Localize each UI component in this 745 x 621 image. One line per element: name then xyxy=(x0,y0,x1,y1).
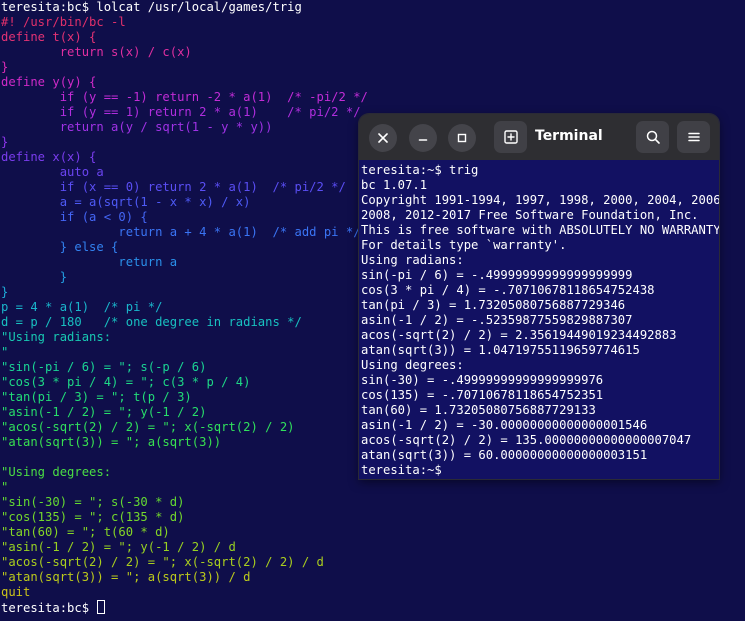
bg-terminal-line: "tan(pi / 3) = "; t(p / 3) xyxy=(1,390,192,404)
bg-terminal-line: define t(x) { xyxy=(1,30,97,44)
terminal-cursor xyxy=(97,600,106,614)
terminal-line: asin(-1 / 2) = -30.00000000000000001546 xyxy=(361,418,648,432)
bg-terminal-line: " xyxy=(1,345,9,359)
bg-terminal-line: } xyxy=(1,135,9,149)
search-icon xyxy=(646,130,660,144)
terminal-line: 2008, 2012-2017 Free Software Foundation… xyxy=(361,208,699,222)
window-titlebar[interactable]: Terminal xyxy=(359,114,719,160)
bg-terminal-line: teresita:bc$ xyxy=(1,600,368,615)
bg-terminal-line: "Using radians: xyxy=(1,330,112,344)
bg-terminal-line: "Using degrees: xyxy=(1,465,112,479)
background-terminal-output: teresita:bc$ lolcat /usr/local/games/tri… xyxy=(1,0,368,615)
bg-terminal-line: "sin(-30) = "; s(-30 * d) xyxy=(1,495,185,509)
terminal-line: asin(-1 / 2) = -.52359877559829887307 xyxy=(361,313,633,327)
bg-terminal-line: "asin(-1 / 2) = "; y(-1 / 2) / d xyxy=(1,540,236,554)
terminal-line: tan(pi / 3) = 1.73205080756887729346 xyxy=(361,298,626,312)
bg-terminal-line: "atan(sqrt(3)) = "; a(sqrt(3)) xyxy=(1,435,222,449)
bg-terminal-line: } xyxy=(1,60,9,74)
terminal-line: cos(3 * pi / 4) = -.70710678118654752438 xyxy=(361,283,655,297)
terminal-output[interactable]: teresita:~$ trig bc 1.07.1 Copyright 1991-… xyxy=(361,163,719,478)
bg-terminal-line: } xyxy=(1,270,68,284)
terminal-line: cos(135) = -.70710678118654752351 xyxy=(361,388,604,402)
bg-terminal-line: a = a(sqrt(1 - x * x) / x) xyxy=(1,195,251,209)
bg-terminal-line: "cos(3 * pi / 4) = "; c(3 * p / 4) xyxy=(1,375,251,389)
bg-terminal-line: if (x == 0) return 2 * a(1) /* pi/2 */ xyxy=(1,180,346,194)
close-icon xyxy=(378,133,388,143)
terminal-line: sin(-30) = -.49999999999999999976 xyxy=(361,373,604,387)
bg-terminal-line: d = p / 180 /* one degree in radians */ xyxy=(1,315,302,329)
terminal-line: atan(sqrt(3)) = 60.00000000000000003151 xyxy=(361,448,648,462)
terminal-line: teresita:~$ xyxy=(361,463,442,477)
bg-terminal-line: return a + 4 * a(1) /* add pi */ xyxy=(1,225,361,239)
terminal-line: Copyright 1991-1994, 1997, 1998, 2000, 2… xyxy=(361,193,719,207)
terminal-line: teresita:~$ trig xyxy=(361,163,479,177)
bg-terminal-line: if (a < 0) { xyxy=(1,210,148,224)
bg-terminal-line: return a(y / sqrt(1 - y * y)) xyxy=(1,120,273,134)
bg-terminal-line: return s(x) / c(x) xyxy=(1,45,192,59)
bg-terminal-line: "acos(-sqrt(2) / 2) = "; x(-sqrt(2) / 2) xyxy=(1,420,295,434)
bg-terminal-line: auto a xyxy=(1,165,104,179)
bg-terminal-line: "asin(-1 / 2) = "; y(-1 / 2) xyxy=(1,405,207,419)
window-title: Terminal xyxy=(535,128,603,144)
maximize-icon xyxy=(457,133,467,143)
bg-terminal-line: "acos(-sqrt(2) / 2) = "; x(-sqrt(2) / 2)… xyxy=(1,555,324,569)
terminal-line: This is free software with ABSOLUTELY NO… xyxy=(361,223,719,237)
terminal-line: atan(sqrt(3)) = 1.04719755119659774615 xyxy=(361,343,640,357)
terminal-line: sin(-pi / 6) = -.49999999999999999999 xyxy=(361,268,633,282)
minimize-icon xyxy=(418,139,428,141)
bg-terminal-line xyxy=(1,450,368,465)
bg-terminal-line: } else { xyxy=(1,240,119,254)
bg-terminal-line: if (y == -1) return -2 * a(1) /* -pi/2 *… xyxy=(1,90,368,104)
bg-terminal-line: p = 4 * a(1) /* pi */ xyxy=(1,300,163,314)
bg-terminal-line: define y(y) { xyxy=(1,75,97,89)
bg-terminal-line: define x(x) { xyxy=(1,150,97,164)
terminal-line: bc 1.07.1 xyxy=(361,178,428,192)
menu-button[interactable] xyxy=(677,121,710,153)
terminal-line: acos(-sqrt(2) / 2) = 2.35619449019234492… xyxy=(361,328,677,342)
bg-terminal-line: } xyxy=(1,285,9,299)
bg-terminal-line: return a xyxy=(1,255,178,269)
terminal-line: Using degrees: xyxy=(361,358,464,372)
new-tab-icon xyxy=(503,130,518,144)
terminal-window[interactable]: Terminal teresita:~$ trig bc 1.07.1 Copyri… xyxy=(359,114,719,479)
terminal-line: acos(-sqrt(2) / 2) = 135.000000000000000… xyxy=(361,433,692,447)
desktop-background: { "terminal_bg": { "lines": [ {"text": "… xyxy=(0,0,745,621)
bg-terminal-line: #! /usr/bin/bc -l xyxy=(1,15,126,29)
bg-terminal-line: "atan(sqrt(3)) = "; a(sqrt(3)) / d xyxy=(1,570,251,584)
terminal-line: tan(60) = 1.73205080756887729133 xyxy=(361,403,596,417)
new-tab-button[interactable] xyxy=(494,121,527,153)
hamburger-menu-icon xyxy=(687,132,700,142)
close-button[interactable] xyxy=(369,124,397,152)
terminal-line: Using radians: xyxy=(361,253,464,267)
bg-terminal-line: teresita:bc$ lolcat /usr/local/games/tri… xyxy=(1,0,302,14)
bg-terminal-line: if (y == 1) return 2 * a(1) /* pi/2 */ xyxy=(1,105,361,119)
search-button[interactable] xyxy=(636,121,669,153)
bg-terminal-line: " xyxy=(1,480,9,494)
bg-terminal-line: "cos(135) = "; c(135 * d) xyxy=(1,510,185,524)
terminal-line: For details type `warranty'. xyxy=(361,238,567,252)
bg-terminal-line: "tan(60) = "; t(60 * d) xyxy=(1,525,170,539)
minimize-button[interactable] xyxy=(409,124,437,152)
bg-terminal-line: "sin(-pi / 6) = "; s(-p / 6) xyxy=(1,360,207,374)
maximize-button[interactable] xyxy=(448,124,476,152)
bg-terminal-line: quit xyxy=(1,585,31,599)
